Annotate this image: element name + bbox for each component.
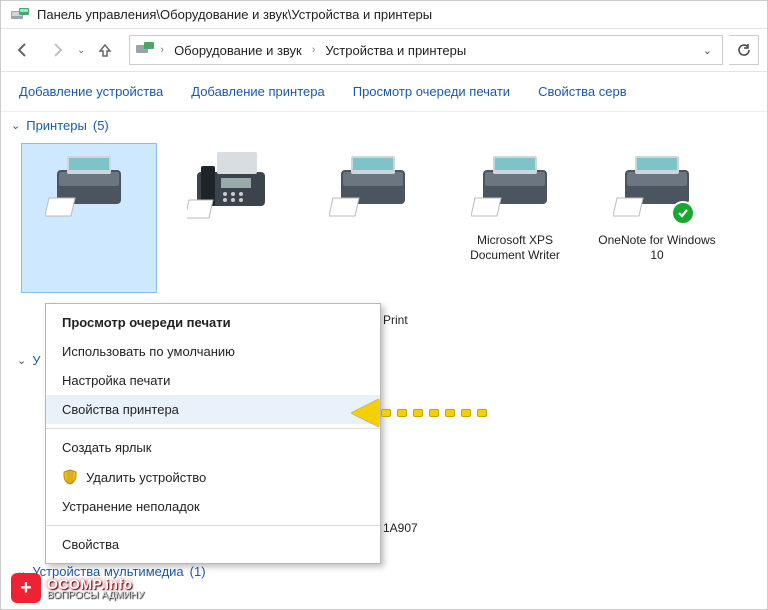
device-item[interactable]	[163, 143, 299, 293]
breadcrumb-box[interactable]: › Оборудование и звук › Устройства и при…	[129, 35, 723, 65]
device-item[interactable]	[305, 143, 441, 293]
menu-item-print-settings[interactable]: Настройка печати	[46, 366, 380, 395]
device-item[interactable]	[21, 143, 157, 293]
window-titlebar: Панель управления\Оборудование и звук\Ус…	[1, 1, 767, 29]
device-label-fragment: 1A907	[383, 521, 418, 535]
menu-item-properties[interactable]: Свойства	[46, 530, 380, 559]
menu-item-troubleshoot[interactable]: Устранение неполадок	[46, 492, 380, 521]
device-label: Microsoft XPS Document Writer	[452, 233, 578, 263]
device-label-fragment: Print	[383, 313, 408, 327]
chevron-right-icon: ›	[312, 44, 316, 56]
group-header-printers[interactable]: ⌄ Принтеры (5)	[1, 112, 767, 139]
breadcrumb-root-icon	[136, 42, 154, 59]
watermark-sub: ВОПРОСЫ АДМИНУ	[47, 590, 144, 601]
device-grid: Microsoft XPS Document Writer OneNote fo…	[1, 139, 767, 293]
refresh-button[interactable]	[729, 35, 759, 65]
menu-item-set-default[interactable]: Использовать по умолчанию	[46, 337, 380, 366]
printer-icon	[613, 150, 701, 227]
watermark: + OCOMP.info ВОПРОСЫ АДМИНУ	[11, 573, 144, 603]
view-queue-command[interactable]: Просмотр очереди печати	[353, 84, 510, 99]
chevron-down-icon: ⌄	[11, 119, 20, 132]
menu-item-view-queue[interactable]: Просмотр очереди печати	[46, 308, 380, 337]
window-title: Панель управления\Оборудование и звук\Ус…	[37, 7, 432, 22]
recent-dropdown[interactable]: ⌄	[77, 45, 85, 56]
menu-separator	[46, 525, 380, 526]
watermark-badge-icon: +	[11, 573, 41, 603]
breadcrumb-part-devices[interactable]: Устройства и принтеры	[321, 41, 470, 60]
group-header-hidden[interactable]: ⌄ У	[7, 347, 50, 374]
menu-item-remove-device[interactable]: Удалить устройство	[46, 462, 380, 492]
device-item[interactable]: Microsoft XPS Document Writer	[447, 143, 583, 293]
chevron-right-icon: ›	[160, 44, 164, 56]
context-menu: Просмотр очереди печати Использовать по …	[45, 303, 381, 564]
forward-button[interactable]	[43, 36, 71, 64]
server-props-command[interactable]: Свойства серв	[538, 84, 627, 99]
printer-icon	[471, 150, 559, 227]
fax-icon	[187, 150, 275, 227]
add-device-command[interactable]: Добавление устройства	[19, 84, 163, 99]
menu-item-create-shortcut[interactable]: Создать ярлык	[46, 433, 380, 462]
device-item[interactable]: OneNote for Windows 10	[589, 143, 725, 293]
group-label: Принтеры	[26, 118, 87, 133]
command-bar: Добавление устройства Добавление принтер…	[1, 72, 767, 112]
menu-item-printer-properties[interactable]: Свойства принтера	[46, 395, 380, 424]
breadcrumb-part-hardware[interactable]: Оборудование и звук	[170, 41, 306, 60]
add-printer-command[interactable]: Добавление принтера	[191, 84, 324, 99]
printer-icon	[329, 150, 417, 227]
menu-separator	[46, 428, 380, 429]
group-label: У	[32, 353, 40, 368]
control-panel-icon	[11, 8, 29, 22]
address-dropdown[interactable]: ⌄	[699, 44, 716, 57]
printer-icon	[45, 150, 133, 227]
back-button[interactable]	[9, 36, 37, 64]
shield-icon	[62, 469, 78, 485]
address-bar: ⌄ › Оборудование и звук › Устройства и п…	[1, 29, 767, 72]
group-count: (5)	[93, 118, 109, 133]
chevron-down-icon: ⌄	[17, 354, 26, 367]
group-count: (1)	[190, 564, 206, 579]
default-check-badge	[671, 201, 695, 225]
up-button[interactable]	[91, 36, 119, 64]
device-label: OneNote for Windows 10	[594, 233, 720, 263]
